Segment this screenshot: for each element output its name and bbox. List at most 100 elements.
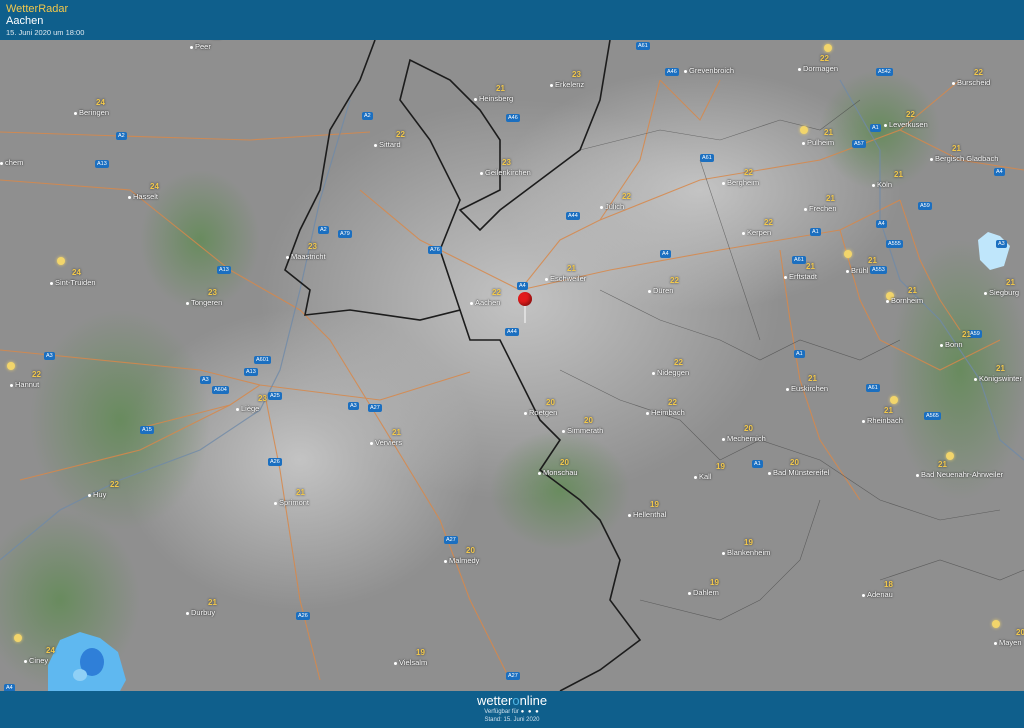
temperature-label: 19 <box>416 648 425 657</box>
city-label: Blankenheim <box>722 548 770 557</box>
temperature-label: 23 <box>208 288 217 297</box>
data-stand: Stand: 15. Juni 2020 <box>484 717 540 723</box>
city-label: Hannut <box>10 380 39 389</box>
app-title: WetterRadar <box>6 3 69 15</box>
city-dot-icon <box>646 411 649 415</box>
temperature-label: 22 <box>212 40 221 41</box>
road-label: A4 <box>876 220 887 228</box>
temperature-label: 21 <box>908 286 917 295</box>
temperature-label: 22 <box>110 480 119 489</box>
city-dot-icon <box>940 343 943 347</box>
city-label: Kall <box>694 472 712 481</box>
city-dot-icon <box>872 183 875 187</box>
road-label: A61 <box>866 384 880 392</box>
radar-map[interactable]: A2 A13 A2 A13 A3 A601 A13 A604 A15 A3 A2… <box>0 40 1024 691</box>
city-label: Dormagen <box>798 64 838 73</box>
city-label: Siegburg <box>984 288 1019 297</box>
road-label: A3 <box>44 352 55 360</box>
city-label: Ciney <box>24 656 48 665</box>
city-label: Dahlem <box>688 588 719 597</box>
city-label: Simmerath <box>562 426 603 435</box>
temperature-label: 22 <box>668 398 677 407</box>
city-label: Tongeren <box>186 298 222 307</box>
city-label: Sprimont <box>274 498 309 507</box>
city-dot-icon <box>798 67 801 71</box>
location-marker-pin[interactable] <box>518 292 532 306</box>
road-label: A4 <box>660 250 671 258</box>
temperature-label: 21 <box>884 406 893 415</box>
city-label: Grevenbroich <box>684 66 734 75</box>
road-label: A2 <box>318 226 329 234</box>
temperature-label: 24 <box>96 98 105 107</box>
city-label: Kerpen <box>742 228 771 237</box>
sun-icon <box>57 257 65 265</box>
temperature-label: 22 <box>32 370 41 379</box>
city-dot-icon <box>545 277 548 281</box>
city-dot-icon <box>186 301 189 305</box>
city-dot-icon <box>930 157 933 161</box>
city-dot-icon <box>190 45 193 49</box>
city-dot-icon <box>802 141 805 145</box>
sun-icon <box>992 620 1000 628</box>
city-label: chem <box>0 158 23 167</box>
city-label: Mayen <box>994 638 1022 647</box>
city-label: Durbuy <box>186 608 215 617</box>
road-label: A13 <box>244 368 258 376</box>
road-label: A61 <box>636 42 650 50</box>
temperature-label: 22 <box>744 168 753 177</box>
road-label: A27 <box>444 536 458 544</box>
city-dot-icon <box>768 471 771 475</box>
city-dot-icon <box>480 171 483 175</box>
temperature-label: 23 <box>572 70 581 79</box>
sun-icon <box>800 126 808 134</box>
road-label: A4 <box>4 684 15 691</box>
city-dot-icon <box>628 513 631 517</box>
city-dot-icon <box>784 275 787 279</box>
road-label: A61 <box>792 256 806 264</box>
temperature-label: 21 <box>806 262 815 271</box>
temperature-label: 21 <box>296 488 305 497</box>
city-label: Huy <box>88 490 106 499</box>
temperature-label: 21 <box>808 374 817 383</box>
city-dot-icon <box>286 255 289 259</box>
temperature-label: 24 <box>72 268 81 277</box>
city-label: Jülich <box>600 202 624 211</box>
city-dot-icon <box>862 593 865 597</box>
temperature-label: 20 <box>584 416 593 425</box>
city-label: Brühl <box>846 266 869 275</box>
temperature-label: 22 <box>906 110 915 119</box>
road-label: A604 <box>212 386 229 394</box>
temperature-label: 24 <box>150 182 159 191</box>
temperature-label: 21 <box>868 256 877 265</box>
temperature-label: 22 <box>622 192 631 201</box>
city-dot-icon <box>370 441 373 445</box>
city-label: Sittard <box>374 140 401 149</box>
city-label: Rheinbach <box>862 416 903 425</box>
city-label: Heimbach <box>646 408 685 417</box>
location-name: Aachen <box>6 15 44 27</box>
city-label: Erftstadt <box>784 272 817 281</box>
road-label: A27 <box>506 672 520 680</box>
city-dot-icon <box>804 207 807 211</box>
temperature-label: 20 <box>1016 628 1024 637</box>
temperature-label: 18 <box>884 580 893 589</box>
temperature-label: 19 <box>744 538 753 547</box>
road-label: A25 <box>268 392 282 400</box>
city-label: Bergheim <box>722 178 759 187</box>
temperature-label: 24 <box>46 646 55 655</box>
temperature-label: 21 <box>567 264 576 273</box>
temperature-label: 22 <box>764 218 773 227</box>
temperature-label: 22 <box>820 54 829 63</box>
road-label: A44 <box>505 328 519 336</box>
sun-icon <box>824 44 832 52</box>
city-dot-icon <box>688 591 691 595</box>
city-dot-icon <box>722 551 725 555</box>
road-label: A1 <box>870 124 881 132</box>
temperature-label: 21 <box>208 598 217 607</box>
wetteronline-logo[interactable]: wetteronline <box>0 693 1024 708</box>
temperature-label: 21 <box>996 364 1005 373</box>
city-label: Bad Münstereifel <box>768 468 829 477</box>
city-label: Hasselt <box>128 192 158 201</box>
platform-dots-icon: ● ● ● <box>520 709 540 715</box>
city-dot-icon <box>274 501 277 505</box>
